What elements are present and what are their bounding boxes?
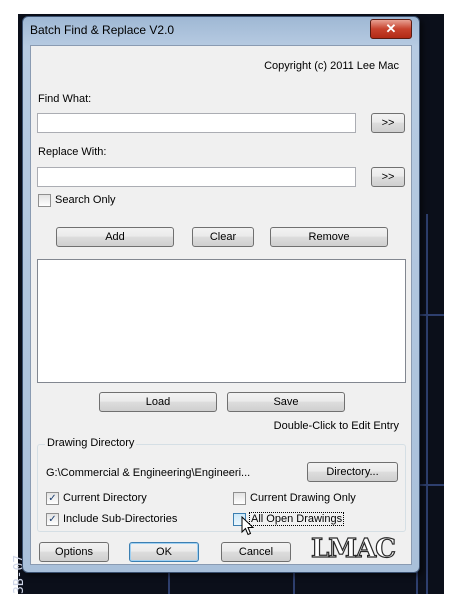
cad-line (168, 570, 170, 594)
dialog-client-area: Copyright (c) 2011 Lee Mac Find What: >>… (30, 45, 412, 565)
replace-browse-button[interactable]: >> (371, 167, 405, 187)
drawing-directory-title: Drawing Directory (45, 437, 137, 449)
close-icon: ✕ (385, 21, 397, 36)
check-icon: ✓ (48, 492, 57, 504)
replace-with-input[interactable] (37, 167, 356, 187)
all-open-drawings-label: All Open Drawings (248, 512, 345, 526)
ok-button[interactable]: OK (129, 542, 199, 562)
add-button[interactable]: Add (56, 227, 174, 247)
cad-line (416, 314, 444, 316)
search-only-label: Search Only (55, 194, 116, 206)
title-bar[interactable]: Batch Find & Replace V2.0 ✕ (23, 17, 419, 43)
edit-entry-hint: Double-Click to Edit Entry (273, 420, 399, 432)
replace-with-label: Replace With: (38, 146, 107, 158)
current-drawing-only-label: Current Drawing Only (250, 492, 356, 504)
remove-button[interactable]: Remove (270, 227, 388, 247)
cad-line (416, 484, 444, 486)
cancel-button[interactable]: Cancel (221, 542, 291, 562)
load-button[interactable]: Load (99, 392, 217, 412)
batch-find-replace-window: Batch Find & Replace V2.0 ✕ Copyright (c… (22, 16, 420, 573)
find-what-label: Find What: (38, 93, 92, 105)
include-subdirectories-checkbox[interactable]: ✓ (46, 513, 59, 526)
include-subdirectories-label: Include Sub-Directories (63, 513, 178, 525)
close-button[interactable]: ✕ (370, 19, 412, 39)
current-directory-checkbox[interactable]: ✓ (46, 492, 59, 505)
clear-button[interactable]: Clear (192, 227, 254, 247)
arrow-cursor-icon (241, 516, 255, 536)
find-what-input[interactable] (37, 113, 356, 133)
search-only-checkbox[interactable] (38, 194, 51, 207)
find-browse-button[interactable]: >> (371, 113, 405, 133)
cad-line (293, 570, 295, 594)
current-drawing-only-checkbox[interactable] (233, 492, 246, 505)
copyright-text: Copyright (c) 2011 Lee Mac (264, 60, 399, 72)
cad-line (426, 214, 428, 594)
window-title: Batch Find & Replace V2.0 (30, 23, 175, 37)
entries-list[interactable] (37, 259, 406, 383)
save-button[interactable]: Save (227, 392, 345, 412)
options-button[interactable]: Options (39, 542, 109, 562)
check-icon: ✓ (48, 513, 57, 525)
directory-button[interactable]: Directory... (307, 462, 398, 482)
current-directory-label: Current Directory (63, 492, 147, 504)
lmac-logo: LMAC (310, 533, 396, 564)
directory-path: G:\Commercial & Engineering\Engineeri... (46, 467, 251, 479)
